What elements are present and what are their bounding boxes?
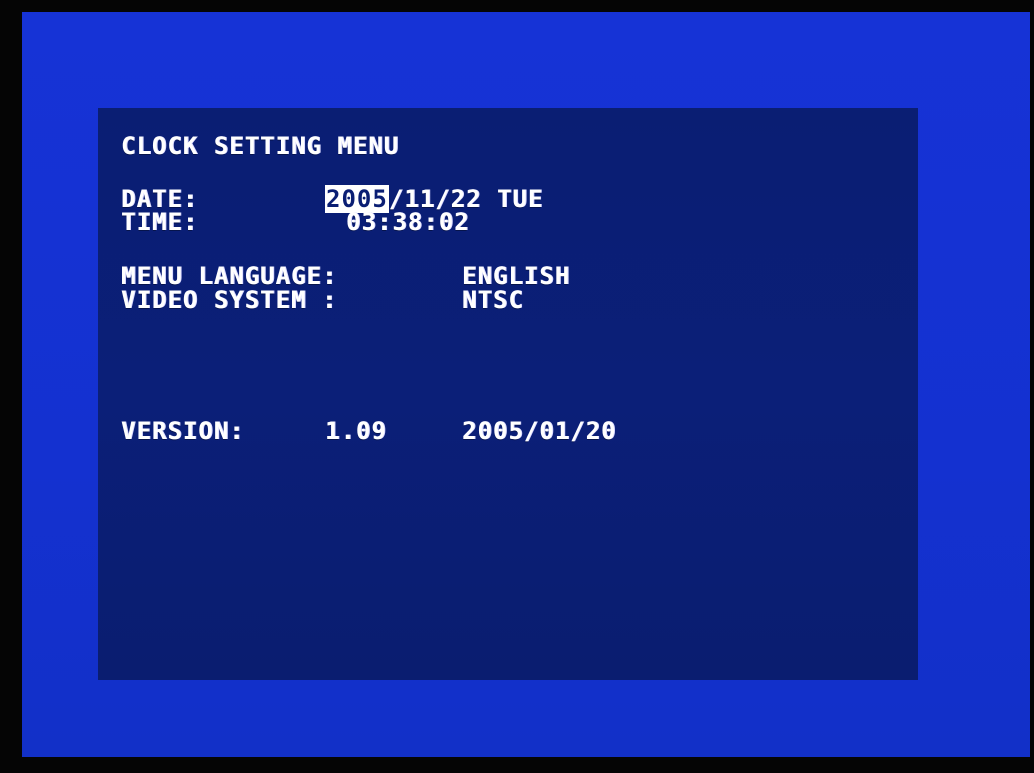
video-system-value[interactable]: NTSC: [462, 288, 524, 312]
osd-screen: CLOCK SETTING MENU DATE: 2005/11/22 TUE …: [0, 0, 1034, 773]
time-label: TIME:: [121, 208, 199, 236]
time-field[interactable]: 03:38:02: [346, 210, 470, 234]
version-number: 1.09: [325, 417, 387, 445]
menu-title: CLOCK SETTING MENU: [121, 132, 400, 160]
menu-language-value[interactable]: ENGLISH: [462, 264, 570, 288]
version-date: 2005/01/20: [462, 417, 617, 445]
date-weekday: TUE: [496, 185, 544, 213]
video-system-label: VIDEO SYSTEM :: [121, 286, 338, 314]
menu-language-label: MENU LANGUAGE:: [121, 262, 338, 290]
version-label: VERSION:: [121, 417, 245, 445]
